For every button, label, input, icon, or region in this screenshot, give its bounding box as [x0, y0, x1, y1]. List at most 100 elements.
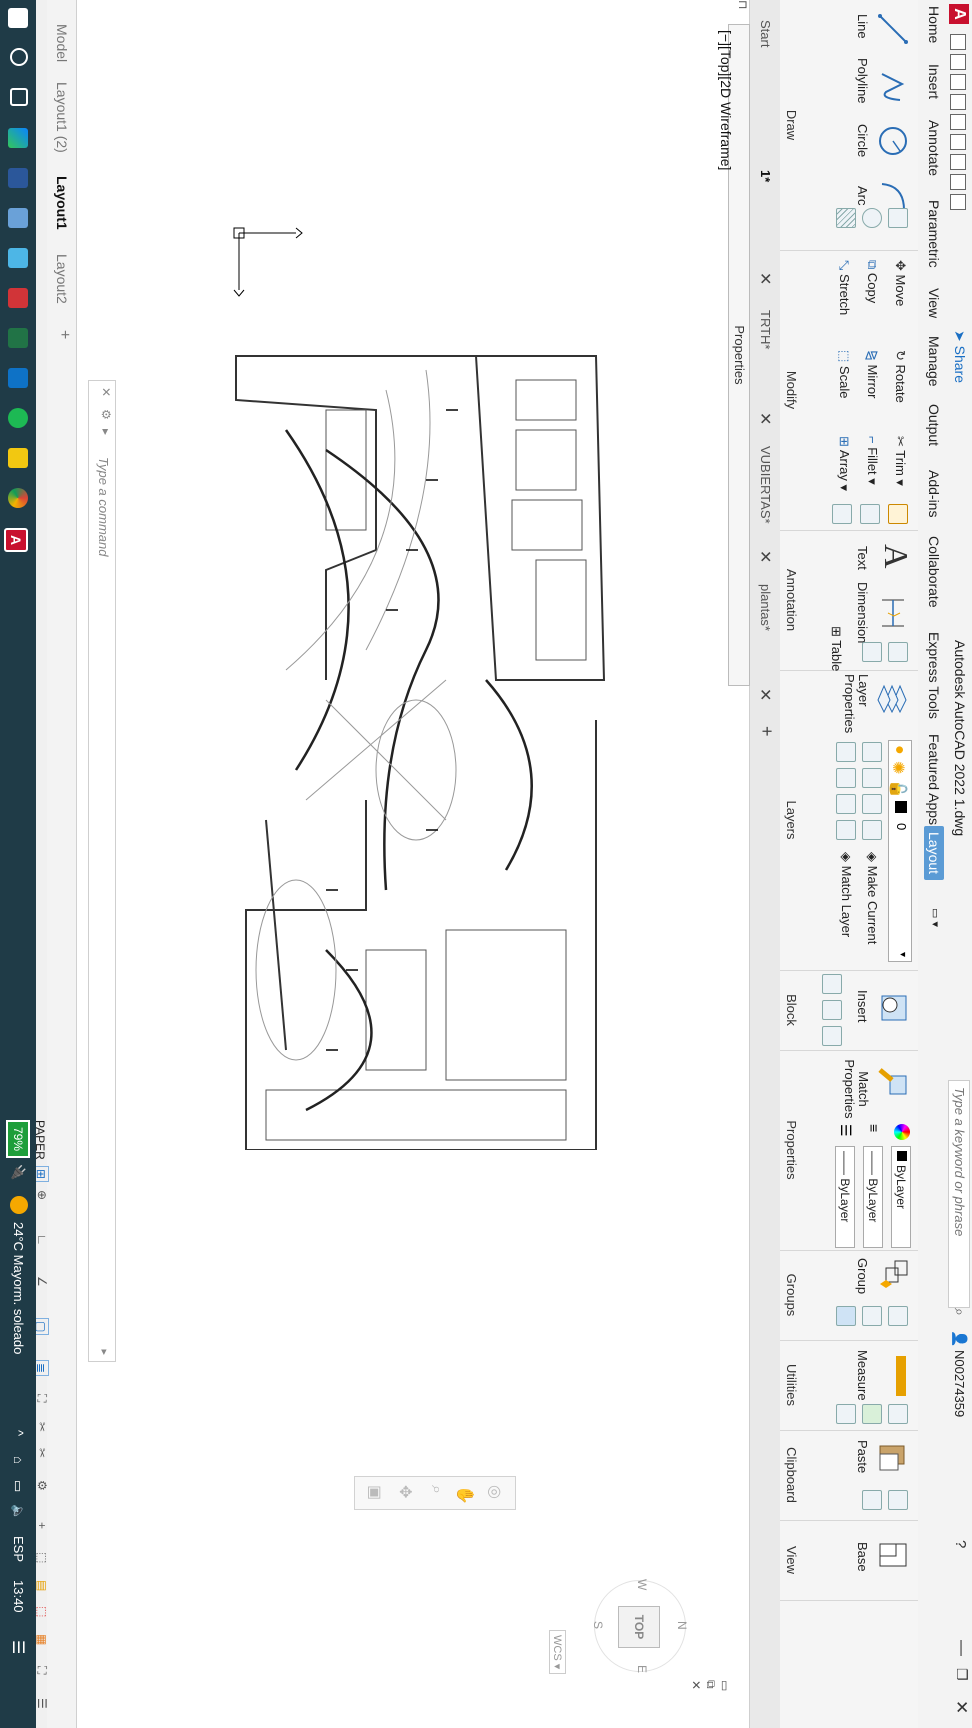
- layer-dropdown[interactable]: ● ✺ 🔓 0 ▾: [888, 740, 912, 962]
- annotation-panel-title[interactable]: Annotation: [784, 530, 799, 670]
- tab-featured-apps[interactable]: Featured Apps: [926, 734, 942, 825]
- annotation-scale-icon[interactable]: ✂: [35, 1422, 49, 1432]
- explode-icon[interactable]: [860, 504, 880, 524]
- undo-icon[interactable]: [950, 174, 967, 190]
- command-input[interactable]: Type a command: [96, 457, 111, 556]
- new-tab-icon[interactable]: +: [756, 726, 777, 737]
- clock[interactable]: 13:40: [11, 1580, 26, 1613]
- scale-button[interactable]: ⬚ Scale: [836, 350, 852, 398]
- tab-layout[interactable]: Layout: [924, 826, 944, 881]
- autocad-taskbar-icon[interactable]: A: [4, 528, 28, 552]
- make-current-button[interactable]: ◈ Make Current: [864, 852, 880, 944]
- modify-panel-title[interactable]: Modify: [784, 250, 799, 530]
- tab-output[interactable]: Output: [926, 404, 942, 446]
- stretch-button[interactable]: ⤡ Stretch: [836, 260, 852, 315]
- layout-tab-layout1[interactable]: Layout1: [54, 176, 70, 230]
- battery-indicator[interactable]: 79%: [6, 1120, 30, 1158]
- tab-annotate[interactable]: Annotate: [926, 120, 942, 176]
- circle-label[interactable]: Circle: [855, 124, 870, 157]
- ribbon-options-icon[interactable]: ▭ ▾: [929, 908, 942, 927]
- language-indicator[interactable]: ESP: [11, 1536, 26, 1562]
- drawing-area[interactable]: [−][Top][2D Wireframe] TOP W E N S WCS ▾…: [86, 0, 734, 1728]
- base-view-icon[interactable]: [876, 1538, 910, 1572]
- restore-button[interactable]: ❐: [953, 1668, 970, 1681]
- viewcube-north[interactable]: N: [675, 1621, 689, 1630]
- command-customize-icon[interactable]: ⚙: [99, 409, 113, 420]
- group-select-icon[interactable]: [836, 1306, 856, 1326]
- windows-start-icon[interactable]: [8, 8, 28, 28]
- insert-block-icon[interactable]: [876, 992, 910, 1026]
- mirror-button[interactable]: ⧎ Mirror: [864, 350, 880, 398]
- spotify-icon[interactable]: [8, 408, 28, 428]
- doc-tab-start[interactable]: Start: [758, 20, 773, 47]
- block-attribute-icon[interactable]: [822, 1026, 842, 1046]
- chrome-icon[interactable]: [8, 488, 28, 508]
- show-hidden-icons-icon[interactable]: ^: [11, 1430, 26, 1436]
- polyline-label[interactable]: Polyline: [855, 58, 870, 104]
- app-icon[interactable]: [8, 288, 28, 308]
- layer-unlock-icon[interactable]: [836, 820, 856, 840]
- tab-home[interactable]: Home: [926, 6, 942, 43]
- match-properties-icon[interactable]: [876, 1064, 910, 1098]
- calculator-app-icon[interactable]: [8, 208, 28, 228]
- web-save-icon[interactable]: [950, 134, 967, 150]
- battery-tray-icon[interactable]: ▭: [10, 1480, 26, 1492]
- rotate-button[interactable]: ↻ Rotate: [892, 350, 908, 403]
- excel-icon[interactable]: [8, 328, 28, 348]
- viewcube-top-face[interactable]: TOP: [618, 1606, 660, 1648]
- groups-panel-title[interactable]: Groups: [784, 1250, 799, 1340]
- line-icon[interactable]: [876, 12, 910, 46]
- move-button[interactable]: ✥ Move: [892, 260, 908, 306]
- match-properties-label[interactable]: Match Properties: [842, 1054, 871, 1124]
- line-label[interactable]: Line: [855, 14, 870, 39]
- notifications-icon[interactable]: ☰: [8, 1640, 28, 1654]
- task-view-icon[interactable]: [10, 88, 28, 106]
- linear-dim-icon[interactable]: [888, 642, 908, 662]
- view-panel-title[interactable]: View: [784, 1520, 799, 1600]
- dimension-icon[interactable]: [876, 596, 910, 630]
- command-close-icon[interactable]: ✕: [99, 387, 113, 397]
- layer-freeze-icon[interactable]: [862, 794, 882, 814]
- layout-tab-layout2[interactable]: Layout2: [54, 254, 70, 304]
- close-tab-icon[interactable]: ✕: [755, 272, 775, 285]
- share-button[interactable]: ➤ Share: [951, 330, 968, 383]
- command-history-icon[interactable]: ▸: [99, 429, 113, 435]
- fillet-button[interactable]: ⌐ Fillet ▾: [864, 436, 880, 485]
- cut-icon[interactable]: [888, 1490, 908, 1510]
- volume-icon[interactable]: 🔈: [10, 1504, 26, 1520]
- pan-icon[interactable]: ✋: [455, 1485, 475, 1505]
- units-icon[interactable]: ⬚: [35, 1552, 49, 1563]
- layout-tab-model[interactable]: Model: [54, 24, 70, 62]
- web-open-icon[interactable]: [950, 114, 967, 130]
- app-icon[interactable]: [8, 368, 28, 388]
- erase-icon[interactable]: [888, 504, 908, 524]
- ellipse-icon[interactable]: [862, 208, 882, 228]
- annotation-monitor-icon[interactable]: +: [35, 1522, 49, 1529]
- help-search-input[interactable]: Type a keyword or phrase: [948, 1080, 970, 1308]
- paste-icon[interactable]: [876, 1440, 910, 1474]
- steering-wheel-icon[interactable]: ◎: [485, 1485, 505, 1499]
- doc-tab-vubiertas[interactable]: VUBIERTAS*: [758, 446, 773, 524]
- measure-icon[interactable]: [896, 1356, 906, 1396]
- properties-panel-title[interactable]: Properties: [784, 1050, 799, 1250]
- offset-icon[interactable]: [832, 504, 852, 524]
- hatch-icon[interactable]: [836, 208, 856, 228]
- layer-lock-icon[interactable]: [862, 820, 882, 840]
- viewport-close-icon[interactable]: ✕: [689, 1680, 703, 1691]
- linetype-dropdown[interactable]: —— ByLayer: [835, 1146, 855, 1248]
- close-tab-icon[interactable]: ✕: [755, 412, 775, 425]
- word-icon[interactable]: [8, 168, 28, 188]
- wcs-menu[interactable]: WCS ▾: [549, 1630, 566, 1675]
- help-icon[interactable]: ?: [952, 1540, 969, 1548]
- trim-button[interactable]: ✂ Trim ▾: [892, 436, 908, 486]
- plot-icon[interactable]: [950, 154, 967, 170]
- zoom-icon[interactable]: ⌕: [427, 1485, 445, 1494]
- weather-text[interactable]: 24°C Mayorm. soleado: [11, 1222, 26, 1354]
- tab-parametric[interactable]: Parametric: [926, 200, 942, 268]
- polar-icon[interactable]: ∠: [35, 1276, 49, 1287]
- table-button[interactable]: ⊞ Table: [828, 626, 844, 671]
- text-icon[interactable]: A: [876, 544, 914, 569]
- measure-label[interactable]: Measure: [855, 1350, 870, 1401]
- viewport-label[interactable]: [−][Top][2D Wireframe]: [718, 30, 734, 170]
- layer-isolate-icon[interactable]: [862, 768, 882, 788]
